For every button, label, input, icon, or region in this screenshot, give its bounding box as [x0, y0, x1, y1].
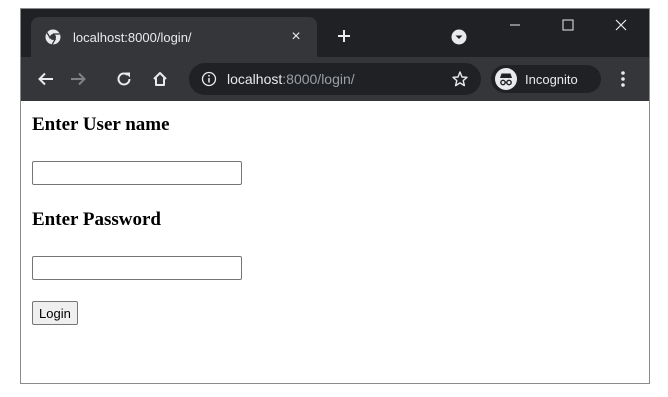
maximize-button[interactable] — [548, 13, 588, 37]
plus-icon — [338, 30, 350, 42]
bookmark-star-icon[interactable] — [451, 70, 469, 88]
minimize-button[interactable] — [495, 13, 535, 37]
browser-window: localhost:8000/login/ × localhost:8000/l… — [20, 8, 650, 384]
url-text[interactable]: localhost:8000/login/ — [227, 71, 451, 87]
forward-button[interactable] — [66, 67, 90, 91]
minimize-icon — [510, 24, 520, 26]
arrow-left-icon — [38, 72, 53, 86]
address-bar[interactable]: localhost:8000/login/ — [189, 63, 481, 95]
tab-search-icon — [451, 29, 467, 45]
window-close-button[interactable] — [601, 13, 641, 37]
username-input[interactable] — [32, 161, 242, 185]
url-host: localhost — [227, 71, 283, 87]
info-icon[interactable] — [201, 71, 217, 87]
home-button[interactable] — [148, 67, 172, 91]
back-button[interactable] — [34, 67, 58, 91]
home-icon — [153, 72, 167, 86]
incognito-icon — [495, 68, 517, 90]
incognito-label: Incognito — [525, 71, 578, 87]
close-icon — [615, 19, 627, 31]
reload-icon — [117, 72, 131, 86]
reload-button[interactable] — [112, 67, 136, 91]
tab-login[interactable]: localhost:8000/login/ × — [31, 17, 317, 57]
incognito-indicator[interactable]: Incognito — [491, 65, 601, 93]
kebab-menu-icon — [621, 71, 625, 87]
new-tab-button[interactable] — [333, 25, 355, 47]
maximize-icon — [562, 19, 574, 31]
tab-search-button[interactable] — [451, 29, 467, 45]
tab-strip: localhost:8000/login/ × — [21, 9, 649, 57]
browser-menu-button[interactable] — [613, 69, 633, 89]
tab-close-icon[interactable]: × — [285, 28, 307, 46]
url-path: :8000/login/ — [282, 71, 355, 87]
tab-title: localhost:8000/login/ — [73, 29, 192, 45]
arrow-right-icon — [71, 72, 86, 86]
username-heading: Enter User name — [32, 114, 170, 135]
page-content: Enter User name Enter Password Login — [21, 101, 649, 383]
password-heading: Enter Password — [32, 209, 161, 230]
login-button[interactable]: Login — [32, 301, 78, 325]
browser-toolbar: localhost:8000/login/ Incognito — [21, 57, 649, 101]
chrome-logo-icon — [45, 29, 61, 45]
password-input[interactable] — [32, 256, 242, 280]
